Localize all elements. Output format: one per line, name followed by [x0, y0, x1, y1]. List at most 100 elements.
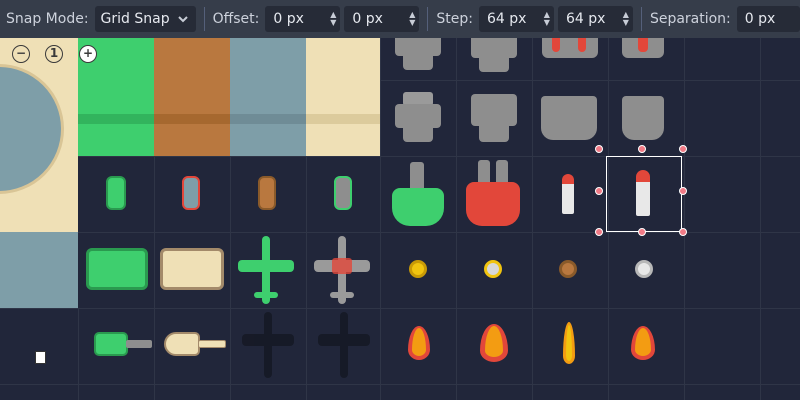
grid-line [0, 308, 800, 309]
base-shape [479, 124, 509, 142]
tile-turret-base-partial[interactable] [395, 38, 441, 70]
tile-small-square[interactable] [35, 351, 46, 364]
resize-handle[interactable] [595, 145, 603, 153]
tile-coin-silver[interactable] [484, 260, 502, 278]
step-y-value: 64 px [565, 11, 606, 27]
plane-wing [238, 260, 294, 272]
toolbar-separator [427, 7, 429, 31]
spin-arrows-icon[interactable]: ▲ ▼ [623, 11, 629, 27]
tile-tank-green-side[interactable] [94, 332, 152, 356]
tile-tank-sand-side[interactable] [164, 332, 226, 356]
base-shape [403, 126, 433, 142]
water-circle [0, 64, 64, 194]
grid-line [760, 38, 761, 400]
tile-turret-base[interactable] [541, 96, 597, 140]
grid-line [154, 156, 155, 400]
offset-x-spinbox[interactable]: 0 px ▲ ▼ [265, 6, 341, 32]
toolbar-separator [203, 7, 205, 31]
tile-crate-sand[interactable] [160, 248, 224, 290]
grid-line [380, 80, 800, 81]
tile-flame-thin[interactable] [563, 322, 575, 364]
missile-shape [638, 38, 648, 52]
shadow-wing [242, 334, 294, 346]
tile-tank-slate-top[interactable] [182, 176, 200, 210]
tile-plane-shadow[interactable] [318, 312, 370, 378]
tileset-toolbar: Snap Mode: Grid Snap Offset: 0 px ▲ ▼ 0 p… [0, 0, 800, 38]
resize-handle[interactable] [638, 228, 646, 236]
grid-line [78, 308, 79, 400]
separation-x-spinbox[interactable]: 0 px [736, 6, 800, 32]
tile-plane-gray[interactable] [314, 236, 370, 304]
grid-line [380, 38, 381, 400]
snap-mode-dropdown[interactable]: Grid Snap [94, 6, 196, 32]
tile-tank-brown-top[interactable] [258, 176, 276, 210]
toolbar-separator [640, 7, 642, 31]
tile-coin-bronze[interactable] [559, 260, 577, 278]
base-shape [403, 56, 433, 70]
tile-crate-green[interactable] [86, 248, 148, 290]
tile-coin-white[interactable] [635, 260, 653, 278]
turret-body [392, 188, 444, 226]
tile-dirt[interactable] [154, 38, 230, 156]
tile-flame[interactable] [408, 326, 430, 360]
tile-turret-green[interactable] [392, 162, 444, 226]
tile-turret-missiles-partial[interactable] [542, 38, 598, 58]
resize-handle[interactable] [638, 145, 646, 153]
tile-sand[interactable] [306, 38, 380, 156]
base-shape [395, 38, 441, 56]
spin-arrows-icon[interactable]: ▲ ▼ [330, 11, 336, 27]
tile-plane-shadow[interactable] [242, 312, 294, 378]
chevron-down-icon [177, 16, 188, 23]
tile-turret-base[interactable] [471, 94, 517, 142]
offset-label: Offset: [212, 11, 260, 27]
plane-tail [330, 292, 354, 298]
step-y-spinbox[interactable]: 64 px ▲ ▼ [557, 6, 633, 32]
tile-coin-gold[interactable] [409, 260, 427, 278]
grid-line [456, 38, 457, 400]
step-label: Step: [436, 11, 473, 27]
resize-handle[interactable] [595, 187, 603, 195]
step-x-spinbox[interactable]: 64 px ▲ ▼ [478, 6, 554, 32]
resize-handle[interactable] [595, 228, 603, 236]
tile-turret-base[interactable] [622, 96, 664, 140]
tile-flame[interactable] [631, 326, 655, 360]
base-shape [471, 38, 517, 58]
tileset-canvas[interactable]: − 1 + [0, 38, 800, 400]
tile-water-lower[interactable] [0, 232, 78, 308]
tile-flame[interactable] [480, 324, 508, 362]
zoom-reset-icon[interactable]: 1 [45, 45, 63, 63]
grid-line [230, 156, 231, 400]
base-shape [479, 58, 509, 72]
turret-body [466, 182, 520, 226]
offset-x-value: 0 px [273, 11, 304, 27]
tile-turret-missile-partial[interactable] [622, 38, 664, 58]
plane-tail [254, 292, 278, 298]
zoom-in-icon[interactable]: + [79, 45, 97, 63]
resize-handle[interactable] [679, 145, 687, 153]
spin-arrows-icon[interactable]: ▲ ▼ [544, 11, 550, 27]
tile-turret-red[interactable] [466, 160, 520, 226]
resize-handle[interactable] [679, 228, 687, 236]
tile-turret-base[interactable] [395, 92, 441, 142]
tile-stone[interactable] [230, 38, 306, 156]
offset-y-spinbox[interactable]: 0 px ▲ ▼ [344, 6, 420, 32]
offset-y-value: 0 px [352, 11, 383, 27]
plane-stripe [332, 258, 352, 274]
selection-rect[interactable] [606, 156, 682, 232]
tile-missile[interactable] [562, 174, 574, 214]
resize-handle[interactable] [679, 187, 687, 195]
tank-barrel [126, 340, 152, 348]
missile-shape [578, 38, 586, 52]
tile-terrain-sand-water[interactable] [0, 38, 78, 232]
grid-line [532, 38, 533, 400]
tile-plane-green[interactable] [238, 236, 294, 304]
missile-shape [552, 38, 560, 52]
shadow-wing [318, 334, 370, 346]
grid-line [78, 156, 800, 157]
separation-x-value: 0 px [744, 11, 776, 27]
tile-tank-gray-top[interactable] [334, 176, 352, 210]
spin-arrows-icon[interactable]: ▲ ▼ [409, 11, 415, 27]
tile-tank-green-top[interactable] [106, 176, 126, 210]
tile-turret-base-partial[interactable] [471, 38, 517, 72]
zoom-out-icon[interactable]: − [12, 45, 30, 63]
